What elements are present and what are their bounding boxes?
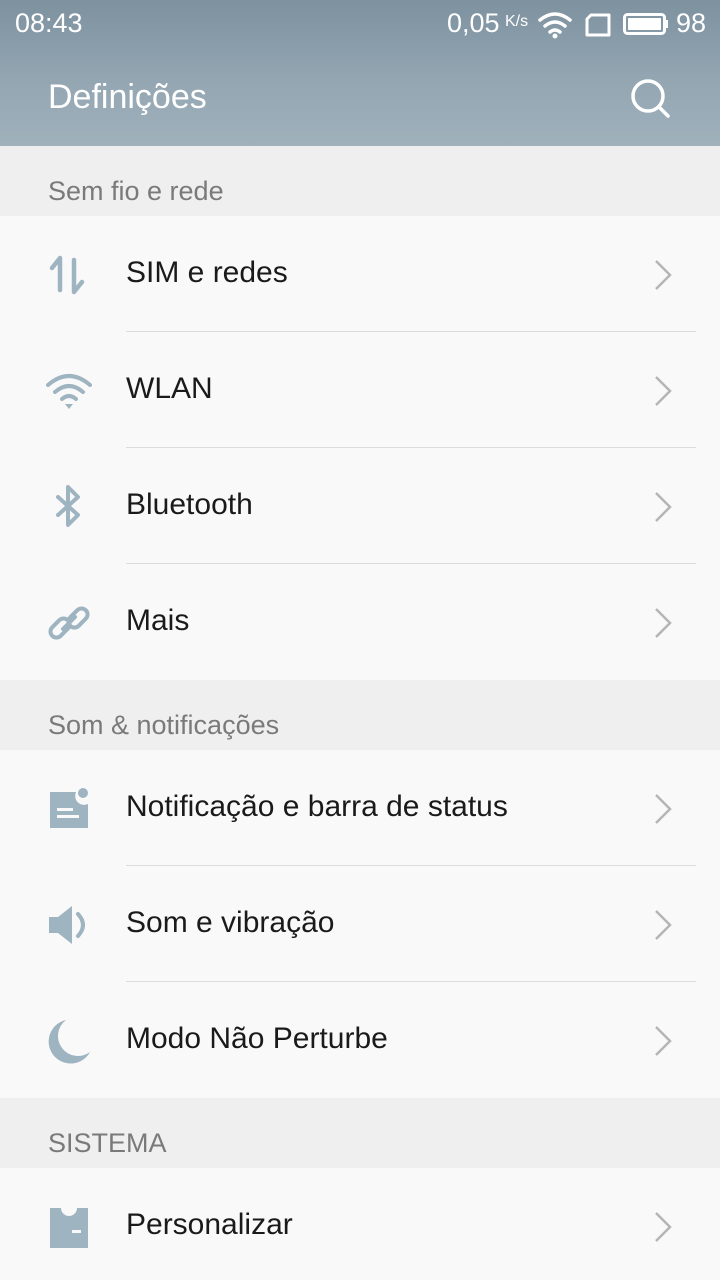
settings-group-system: Personalizar xyxy=(0,1168,720,1280)
section-title: Sem fio e rede xyxy=(48,176,224,206)
chevron-right-icon xyxy=(655,608,672,638)
settings-item-sound[interactable]: Som e vibração xyxy=(0,866,720,982)
settings-group-wireless: SIM e redes WLAN Bluetooth Mais xyxy=(0,216,720,680)
section-header-system: SISTEMA xyxy=(0,1098,720,1168)
settings-item-label: Modo Não Perturbe xyxy=(126,1022,388,1055)
settings-item-label: SIM e redes xyxy=(126,256,288,289)
settings-item-label: Personalizar xyxy=(126,1208,293,1241)
chevron-right-icon xyxy=(655,260,672,290)
chevron-right-icon xyxy=(655,1212,672,1242)
section-header-wireless: Sem fio e rede xyxy=(0,146,720,216)
search-icon[interactable] xyxy=(628,76,672,120)
network-speed-unit: K/s xyxy=(505,13,529,30)
chevron-right-icon xyxy=(655,492,672,522)
settings-item-dnd[interactable]: Modo Não Perturbe xyxy=(0,982,720,1098)
chevron-right-icon xyxy=(655,376,672,406)
settings-item-notifications[interactable]: Notificação e barra de status xyxy=(0,750,720,866)
battery-icon xyxy=(623,13,668,35)
chevron-right-icon xyxy=(655,794,672,824)
bluetooth-icon xyxy=(56,485,80,527)
notification-icon xyxy=(50,788,88,828)
battery-level: 98 xyxy=(676,8,707,38)
speaker-icon xyxy=(49,906,85,944)
status-time: 08:43 xyxy=(15,8,83,38)
section-header-sound: Som & notificações xyxy=(0,680,720,750)
link-icon xyxy=(48,606,90,640)
settings-item-label: Notificação e barra de status xyxy=(126,790,508,823)
settings-item-label: Mais xyxy=(126,604,190,637)
screen-rotation-icon xyxy=(585,13,611,37)
app-header: 08:43 0,05 K/s 98 Definições xyxy=(0,0,720,146)
settings-item-label: WLAN xyxy=(126,372,213,405)
page-title: Definições xyxy=(48,78,207,116)
settings-item-more[interactable]: Mais xyxy=(0,564,720,680)
settings-item-label: Som e vibração xyxy=(126,906,335,939)
chevron-right-icon xyxy=(655,1026,672,1056)
wifi-status-icon xyxy=(538,12,572,39)
section-title: Som & notificações xyxy=(48,710,280,740)
wifi-icon xyxy=(46,374,92,409)
network-speed: 0,05 xyxy=(447,8,500,38)
settings-item-sim[interactable]: SIM e redes xyxy=(0,216,720,332)
settings-item-wlan[interactable]: WLAN xyxy=(0,332,720,448)
settings-group-sound: Notificação e barra de status Som e vibr… xyxy=(0,750,720,1098)
status-bar: 08:43 0,05 K/s 98 xyxy=(0,0,720,48)
section-title: SISTEMA xyxy=(48,1128,167,1158)
settings-item-personalize[interactable]: Personalizar xyxy=(0,1168,720,1280)
settings-item-bluetooth[interactable]: Bluetooth xyxy=(0,448,720,564)
settings-item-label: Bluetooth xyxy=(126,488,253,521)
chevron-right-icon xyxy=(655,910,672,940)
moon-icon xyxy=(48,1020,90,1064)
sim-data-arrows-icon xyxy=(49,255,85,295)
personalize-icon xyxy=(50,1208,88,1248)
